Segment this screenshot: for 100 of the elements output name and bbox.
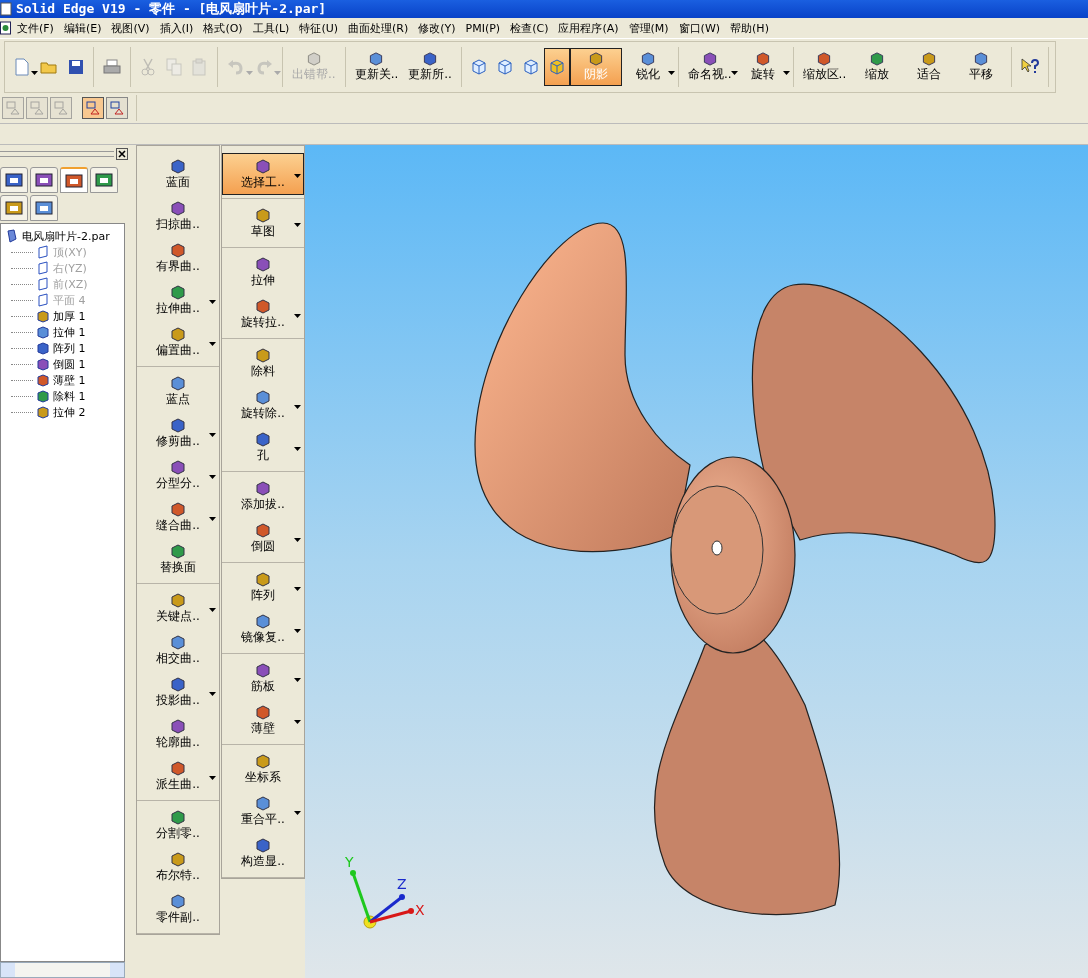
ribbon-button[interactable]: 旋转除.. — [222, 384, 304, 426]
menu-item[interactable]: 格式(O) — [198, 20, 248, 36]
ribbon-button[interactable]: 薄壁 — [222, 699, 304, 741]
menu-item[interactable]: PMI(P) — [460, 21, 506, 35]
menu-item[interactable]: 检查(C) — [505, 20, 554, 36]
menu-item[interactable]: 应用程序(A) — [553, 20, 624, 36]
ribbon-button[interactable]: 零件副.. — [137, 888, 219, 930]
horizontal-scrollbar[interactable] — [0, 962, 125, 978]
block-icon — [36, 373, 50, 387]
ribbon-button[interactable]: 轮廓曲.. — [137, 713, 219, 755]
ribbon-button[interactable]: 蓝点 — [137, 370, 219, 412]
panel-tab[interactable] — [60, 167, 88, 193]
block-icon — [169, 241, 187, 258]
toolbar-icon-button[interactable] — [543, 48, 570, 86]
toolbar-button[interactable]: 命名视.. — [682, 48, 737, 86]
toolbar-button[interactable]: 缩放 — [851, 48, 904, 86]
close-icon[interactable] — [116, 148, 128, 160]
toolbar-button[interactable]: 锐化 — [621, 48, 674, 86]
redo-icon — [255, 59, 273, 75]
tree-item[interactable]: 薄壁 1 — [53, 372, 86, 388]
toolbar-button[interactable]: 适合 — [903, 48, 956, 86]
ribbon-button[interactable]: 筋板 — [222, 657, 304, 699]
caret-icon — [667, 71, 675, 75]
ribbon-button[interactable]: 投影曲.. — [137, 671, 219, 713]
panel-tab[interactable] — [30, 195, 58, 221]
frame-icon — [109, 100, 125, 116]
ribbon-button[interactable]: 添加拔.. — [222, 475, 304, 517]
block-icon — [254, 255, 272, 272]
caret-icon — [209, 433, 216, 437]
panel-tab-icon — [34, 199, 54, 217]
menu-item[interactable]: 视图(V) — [106, 20, 155, 36]
menu-item[interactable]: 修改(Y) — [413, 20, 461, 36]
menu-item[interactable]: 工具(L) — [247, 20, 295, 36]
ribbon-button[interactable]: 旋转拉.. — [222, 293, 304, 335]
document-icon[interactable] — [0, 21, 12, 35]
ribbon-button[interactable]: 拉伸曲.. — [137, 279, 219, 321]
menu-item[interactable]: 编辑(E) — [58, 20, 107, 36]
ribbon-button[interactable]: 选择工.. — [222, 153, 304, 195]
ribbon-button[interactable]: 镜像复.. — [222, 608, 304, 650]
ribbon-button[interactable]: 坐标系 — [222, 748, 304, 790]
plane-icon — [36, 293, 50, 307]
menu-item[interactable]: 帮助(H) — [725, 20, 774, 36]
tree-item[interactable]: 阵列 1 — [53, 340, 86, 356]
caret-icon — [294, 587, 301, 591]
ribbon-button[interactable]: 扫掠曲.. — [137, 195, 219, 237]
ribbon-button[interactable]: 重合平.. — [222, 790, 304, 832]
cube-icon — [522, 59, 539, 75]
tree-item[interactable]: 电风扇叶片-2.par — [22, 228, 110, 244]
caret-icon — [294, 538, 301, 542]
ribbon-button[interactable]: 关键点.. — [137, 587, 219, 629]
ribbon-button[interactable]: 替换面 — [137, 538, 219, 580]
ribbon-button[interactable]: 构造显.. — [222, 832, 304, 874]
caret-icon — [209, 342, 216, 346]
toolbar-button[interactable]: 旋转 — [736, 48, 789, 86]
ribbon-button[interactable]: 除料 — [222, 342, 304, 384]
caret-icon — [294, 405, 301, 409]
panel-tab[interactable] — [30, 167, 58, 193]
menu-item[interactable]: 插入(I) — [154, 20, 199, 36]
ribbon-button[interactable]: 相交曲.. — [137, 629, 219, 671]
menu-item[interactable]: 文件(F) — [12, 20, 59, 36]
panel-tab[interactable] — [0, 195, 28, 221]
ribbon-button[interactable]: 有界曲.. — [137, 237, 219, 279]
caret-icon — [294, 223, 301, 227]
ribbon-button[interactable]: 派生曲.. — [137, 755, 219, 797]
caret-icon — [209, 608, 216, 612]
ribbon-button[interactable]: 拉伸 — [222, 251, 304, 293]
tree-item[interactable]: 倒圆 1 — [53, 356, 86, 372]
ribbon-button[interactable]: 孔 — [222, 426, 304, 468]
toolbar-button[interactable]: 平移 — [955, 48, 1008, 86]
ribbon-button[interactable]: 分割零.. — [137, 804, 219, 846]
block-icon — [36, 341, 50, 355]
tree-item[interactable]: 除料 1 — [53, 388, 86, 404]
ribbon-button[interactable]: 蓝面 — [137, 153, 219, 195]
menu-item[interactable]: 曲面处理(R) — [343, 20, 414, 36]
ribbon-button[interactable]: 分型分.. — [137, 454, 219, 496]
toolbar-button[interactable]: 缩放区.. — [797, 48, 852, 86]
menu-item[interactable]: 管理(M) — [623, 20, 674, 36]
block-icon — [254, 794, 272, 811]
frame-icon — [5, 100, 21, 116]
block-icon — [254, 297, 272, 314]
3d-viewport[interactable]: Y Z X — [305, 145, 1088, 978]
ribbon-button[interactable]: 倒圆 — [222, 517, 304, 559]
menu-item[interactable]: 窗口(W) — [673, 20, 726, 36]
panel-tab[interactable] — [0, 167, 28, 193]
ribbon-button[interactable]: 修剪曲.. — [137, 412, 219, 454]
toolbar-button[interactable]: 更新所.. — [403, 48, 457, 86]
ribbon-button[interactable]: 缝合曲.. — [137, 496, 219, 538]
ribbon-button[interactable]: 草图 — [222, 202, 304, 244]
ribbon-button[interactable]: 偏置曲.. — [137, 321, 219, 363]
tree-item[interactable]: 加厚 1 — [53, 308, 86, 324]
menu-item[interactable]: 特征(U) — [294, 20, 343, 36]
panel-tab[interactable] — [90, 167, 118, 193]
ribbon-button[interactable]: 布尔特.. — [137, 846, 219, 888]
ribbon-button[interactable]: 阵列 — [222, 566, 304, 608]
block-icon — [169, 892, 187, 909]
origin-dot — [363, 915, 377, 929]
panel-tab-icon — [4, 171, 24, 189]
tree-item[interactable]: 拉伸 1 — [53, 324, 86, 340]
tree-item[interactable]: 拉伸 2 — [53, 404, 86, 420]
toolbar-button[interactable]: 更新关.. — [349, 48, 404, 86]
